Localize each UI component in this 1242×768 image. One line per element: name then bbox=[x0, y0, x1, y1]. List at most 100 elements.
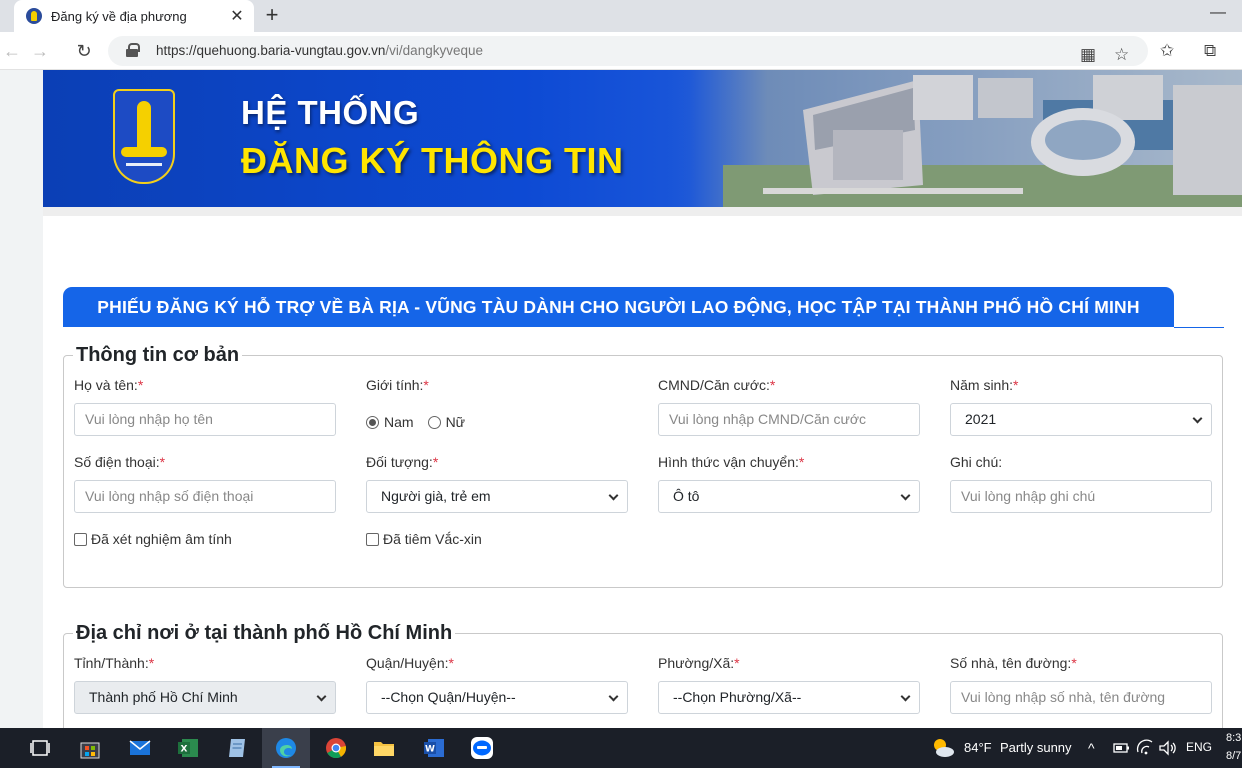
required-mark: * bbox=[432, 454, 439, 470]
windows-taskbar: X W 84°F Partly sunny ^ ENG 8:3 8/7 bbox=[0, 728, 1242, 768]
store-icon[interactable] bbox=[78, 736, 102, 760]
svg-text:X: X bbox=[181, 745, 188, 755]
browser-toolbar: ← → ↻ https://quehuong.baria-vungtau.gov… bbox=[0, 32, 1242, 70]
volume-icon[interactable] bbox=[1158, 738, 1178, 758]
subject-select[interactable]: Người già, trẻ em bbox=[366, 480, 628, 513]
district-value: --Chọn Quận/Huyện-- bbox=[381, 689, 516, 705]
gender-male-label[interactable]: Nam bbox=[384, 414, 414, 430]
title-underline bbox=[1174, 327, 1224, 328]
required-mark: * bbox=[148, 655, 155, 671]
street-input[interactable]: Vui lòng nhập số nhà, tên đường bbox=[950, 681, 1212, 714]
required-mark: * bbox=[448, 655, 454, 671]
new-tab-button[interactable]: + bbox=[262, 4, 282, 26]
district-select[interactable]: --Chọn Quận/Huyện-- bbox=[366, 681, 628, 714]
back-arrow-icon[interactable]: ← bbox=[0, 39, 24, 63]
phone-input[interactable]: Vui lòng nhập số điện thoại bbox=[74, 480, 336, 513]
form-title: PHIẾU ĐĂNG KÝ HỖ TRỢ VỀ BÀ RỊA - VŨNG TÀ… bbox=[63, 287, 1174, 327]
weather-temperature[interactable]: 84°F bbox=[964, 740, 992, 755]
district-label: Quận/Huyện:* bbox=[366, 655, 454, 671]
required-mark: * bbox=[769, 377, 776, 393]
excel-icon[interactable]: X bbox=[176, 736, 200, 760]
file-explorer-icon[interactable] bbox=[372, 736, 396, 760]
banner-separator bbox=[43, 207, 1242, 216]
required-mark: * bbox=[159, 454, 166, 470]
negative-test-checkbox[interactable] bbox=[74, 532, 87, 546]
address-legend: Địa chỉ nơi ở tại thành phố Hồ Chí Minh bbox=[76, 622, 453, 644]
forward-arrow-icon[interactable]: → bbox=[28, 39, 52, 63]
street-label: Số nhà, tên đường:* bbox=[950, 655, 1077, 671]
wifi-icon[interactable] bbox=[1136, 738, 1154, 758]
clock-date[interactable]: 8/7 bbox=[1226, 750, 1241, 762]
weather-partly-sunny-icon[interactable] bbox=[930, 736, 956, 760]
note-input[interactable]: Vui lòng nhập ghi chú bbox=[950, 480, 1212, 513]
gender-label: Giới tính:* bbox=[366, 377, 429, 393]
gender-female-radio[interactable] bbox=[427, 415, 441, 429]
basic-info-fieldset: Thông tin cơ bản bbox=[63, 344, 1223, 588]
subject-label: Đối tượng:* bbox=[366, 454, 439, 470]
chevron-down-icon bbox=[608, 691, 619, 702]
task-view-icon[interactable] bbox=[28, 736, 52, 760]
collections-icon[interactable]: ⧉ bbox=[1204, 41, 1216, 61]
note-label: Ghi chú: bbox=[950, 454, 1003, 470]
birth-year-label: Năm sinh:* bbox=[950, 377, 1019, 393]
weather-description[interactable]: Partly sunny bbox=[1000, 740, 1072, 755]
name-label: Họ và tên:* bbox=[74, 377, 144, 393]
vaccinated-label[interactable]: Đã tiêm Vắc-xin bbox=[383, 531, 482, 547]
ward-label: Phường/Xã:* bbox=[658, 655, 740, 671]
svg-text:W: W bbox=[425, 745, 435, 755]
url-text: https://quehuong.baria-vungtau.gov.vn/vi… bbox=[156, 43, 483, 58]
zalo-icon[interactable] bbox=[470, 736, 494, 760]
chevron-down-icon bbox=[608, 490, 619, 501]
mail-icon[interactable] bbox=[128, 736, 152, 760]
province-value: Thành phố Hồ Chí Minh bbox=[89, 689, 238, 705]
birth-year-value: 2021 bbox=[965, 411, 997, 427]
address-bar[interactable]: https://quehuong.baria-vungtau.gov.vn/vi… bbox=[108, 36, 1148, 66]
page-viewport: HỆ THỐNG ĐĂNG KÝ THÔNG TIN PHIẾU ĐĂNG KÝ… bbox=[43, 70, 1242, 728]
battery-icon[interactable] bbox=[1112, 738, 1130, 758]
chevron-down-icon bbox=[900, 490, 911, 501]
favorites-icon[interactable]: ✩ bbox=[1160, 41, 1174, 61]
clock-time[interactable]: 8:3 bbox=[1226, 732, 1241, 744]
lock-icon bbox=[126, 43, 140, 57]
vaccinated-checkbox[interactable] bbox=[366, 532, 379, 546]
banner-title-line1: HỆ THỐNG bbox=[241, 94, 420, 131]
gender-female-label[interactable]: Nữ bbox=[446, 414, 465, 430]
required-mark: * bbox=[1013, 377, 1019, 393]
app-grid-icon[interactable]: ▦ bbox=[1080, 45, 1096, 65]
gender-radio-group: Nam Nữ bbox=[366, 412, 465, 432]
required-mark: * bbox=[1071, 655, 1077, 671]
chevron-down-icon bbox=[316, 691, 327, 702]
add-favorite-star-icon[interactable]: ☆ bbox=[1114, 45, 1129, 65]
vaccinated-checkbox-row[interactable]: Đã tiêm Vắc-xin bbox=[366, 531, 482, 547]
input-language-indicator[interactable]: ENG bbox=[1186, 740, 1212, 754]
edge-browser-icon[interactable] bbox=[274, 736, 298, 760]
ward-select[interactable]: --Chọn Phường/Xã-- bbox=[658, 681, 920, 714]
basic-info-legend: Thông tin cơ bản bbox=[76, 344, 240, 366]
phone-label: Số điện thoại:* bbox=[74, 454, 166, 470]
transport-select[interactable]: Ô tô bbox=[658, 480, 920, 513]
word-icon[interactable]: W bbox=[422, 736, 446, 760]
banner-title-line2: ĐĂNG KÝ THÔNG TIN bbox=[241, 140, 624, 181]
tab-close-icon[interactable]: ✕ bbox=[228, 6, 246, 26]
transport-value: Ô tô bbox=[673, 488, 700, 504]
province-logo bbox=[113, 89, 175, 184]
id-card-label: CMND/Căn cước:* bbox=[658, 377, 776, 393]
gender-male-radio[interactable] bbox=[366, 415, 379, 429]
browser-tab-active[interactable]: Đăng ký về địa phương ✕ bbox=[14, 0, 254, 32]
city-aerial-image bbox=[663, 70, 1242, 207]
notepad-icon[interactable] bbox=[226, 736, 250, 760]
negative-test-label[interactable]: Đã xét nghiệm âm tính bbox=[91, 531, 232, 547]
reload-icon[interactable]: ↻ bbox=[72, 39, 96, 63]
tray-overflow-chevron-icon[interactable]: ^ bbox=[1088, 740, 1095, 756]
birth-year-select[interactable]: 2021 bbox=[950, 403, 1212, 436]
id-card-input[interactable]: Vui lòng nhập CMND/Căn cước bbox=[658, 403, 920, 436]
negative-test-checkbox-row[interactable]: Đã xét nghiệm âm tính bbox=[74, 531, 232, 547]
window-minimize-icon[interactable]: — bbox=[1210, 4, 1226, 22]
province-select[interactable]: Thành phố Hồ Chí Minh bbox=[74, 681, 336, 714]
tab-title: Đăng ký về địa phương bbox=[51, 8, 187, 24]
chrome-icon[interactable] bbox=[324, 736, 348, 760]
full-name-input[interactable]: Vui lòng nhập họ tên bbox=[74, 403, 336, 436]
ward-value: --Chọn Phường/Xã-- bbox=[673, 689, 802, 705]
transport-label: Hình thức vận chuyển:* bbox=[658, 454, 805, 470]
required-mark: * bbox=[734, 655, 740, 671]
